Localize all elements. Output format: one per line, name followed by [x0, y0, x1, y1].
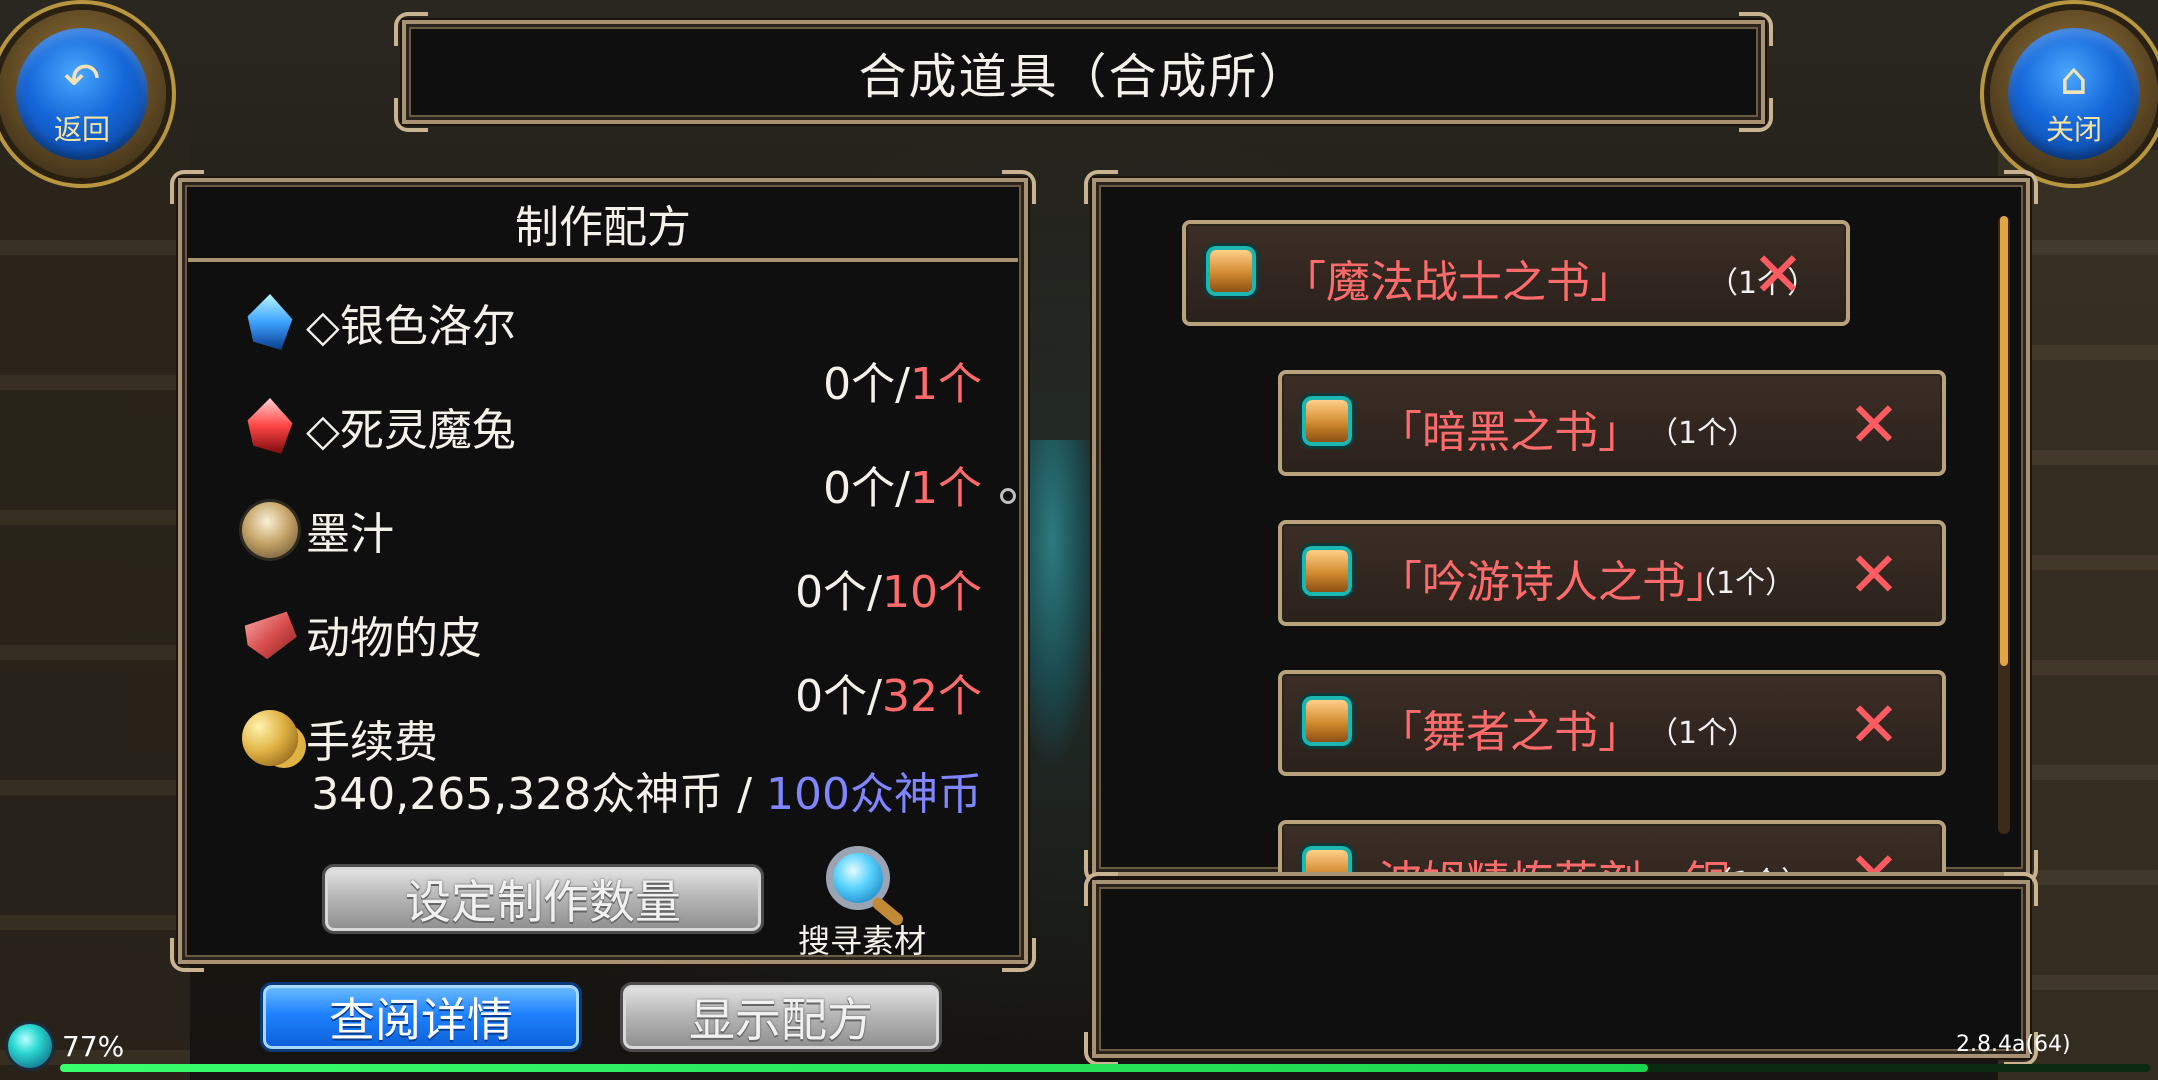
recipe-header: 制作配方	[188, 188, 1018, 262]
material-name: ◇银色洛尔	[306, 301, 516, 352]
close-label: 关闭	[2045, 113, 2102, 146]
progress-bar	[60, 1064, 2150, 1072]
remove-icon[interactable]: ✕	[1848, 838, 1900, 872]
close-button[interactable]: ⌂ 关闭	[1990, 10, 2158, 178]
item-name: 「吟游诗人之书」	[1378, 557, 1730, 608]
search-label: 搜寻素材	[797, 922, 926, 960]
material-name: 墨汁	[306, 509, 394, 560]
frame-corner	[1002, 938, 1036, 972]
book-icon	[1210, 250, 1252, 292]
window-title: 合成道具（合成所）	[858, 49, 1309, 105]
undo-arrow-icon: ↶	[63, 54, 101, 105]
blue-crystal-icon	[247, 294, 293, 350]
list-scrollbar-thumb[interactable]	[2000, 216, 2008, 666]
battery-orb-icon	[8, 1024, 52, 1068]
result-list-viewport[interactable]: 「魔法战士之书」 （1个） ✕ 「暗黑之书」 （1个） ✕ 「吟游诗人之书」 （…	[1096, 182, 2026, 872]
book-icon	[1306, 550, 1348, 592]
list-item[interactable]: 「舞者之书」 （1个） ✕	[1278, 670, 1946, 776]
animal-hide-icon	[244, 611, 297, 660]
background-character	[1020, 440, 1100, 770]
result-list-panel: 「魔法战士之书」 （1个） ✕ 「暗黑之书」 （1个） ✕ 「吟游诗人之书」 （…	[1084, 170, 2038, 884]
item-quantity: （1个）	[1648, 716, 1758, 751]
battery-percent: 77%	[62, 1029, 125, 1063]
frame-corner	[1084, 1032, 1118, 1066]
close-button-face: ⌂ 关闭	[2008, 28, 2140, 160]
background-shelf-left	[0, 120, 190, 1080]
show-recipe-button[interactable]: 显示配方	[620, 982, 942, 1052]
item-quantity: （1个）	[1648, 416, 1758, 451]
material-row: ◇银色洛尔 0个/1个	[242, 290, 982, 410]
remove-icon[interactable]: ✕	[1848, 688, 1900, 761]
remove-icon[interactable]: ✕	[1752, 238, 1804, 311]
ink-bag-icon	[242, 502, 298, 558]
list-item[interactable]: 「暗黑之书」 （1个） ✕	[1278, 370, 1946, 476]
red-crystal-icon	[247, 398, 293, 454]
item-quantity: （1个）	[1686, 566, 1796, 601]
version-label: 2.8.4a(64)	[1956, 1032, 2071, 1057]
frame-corner	[2004, 872, 2038, 906]
item-name: 「暗黑之书」	[1378, 407, 1642, 458]
remove-icon[interactable]: ✕	[1848, 538, 1900, 611]
progress-fill	[60, 1064, 1649, 1072]
back-button[interactable]: ↶ 返回	[0, 10, 166, 178]
list-scrollbar[interactable]	[1998, 216, 2010, 834]
search-materials-button[interactable]: 搜寻素材	[792, 842, 932, 962]
list-item[interactable]: 波姆精炼药剂・铜 （1个） ✕	[1278, 820, 1946, 872]
list-item[interactable]: 「吟游诗人之书」 （1个） ✕	[1278, 520, 1946, 626]
recipe-panel: 制作配方 ◇银色洛尔 0个/1个 ◇死灵魔兔 0个/1个 墨汁 0个/10个 动…	[170, 170, 1036, 972]
frame-corner	[1084, 872, 1118, 906]
view-details-button[interactable]: 查阅详情	[260, 982, 582, 1052]
book-icon	[1306, 700, 1348, 742]
list-item[interactable]: 「魔法战士之书」 （1个） ✕	[1182, 220, 1850, 326]
item-name: 「魔法战士之书」	[1282, 257, 1634, 308]
back-label: 返回	[53, 113, 110, 146]
fee-row: 手续费 340,265,328众神币 / 100众神币	[242, 706, 982, 820]
item-name: 「舞者之书」	[1378, 707, 1642, 758]
set-quantity-button[interactable]: 设定制作数量	[322, 864, 764, 934]
gear-icon	[1000, 488, 1016, 504]
fee-amount: 340,265,328众神币 / 100众神币	[311, 758, 982, 822]
fee-need: 100众神币	[766, 769, 982, 820]
material-row: 墨汁 0个/10个	[242, 498, 982, 618]
material-row: ◇死灵魔兔 0个/1个	[242, 394, 982, 514]
fee-have: 340,265,328众神币 /	[311, 769, 767, 820]
potion-icon	[1306, 850, 1348, 872]
material-name: 动物的皮	[306, 613, 482, 664]
frame-corner	[170, 938, 204, 972]
book-icon	[1306, 400, 1348, 442]
home-icon: ⌂	[2060, 54, 2088, 105]
item-name: 波姆精炼药剂・铜	[1378, 846, 1730, 872]
material-name: ◇死灵魔兔	[306, 405, 516, 456]
remove-icon[interactable]: ✕	[1848, 388, 1900, 461]
back-button-face: ↶ 返回	[16, 28, 148, 160]
material-row: 动物的皮 0个/32个	[242, 602, 982, 722]
coins-icon	[242, 710, 298, 766]
status-area: 77%	[8, 1024, 124, 1068]
title-bar: 合成道具（合成所）	[394, 12, 1773, 132]
item-quantity: （1个）	[1702, 858, 1811, 872]
detail-panel	[1084, 872, 2038, 1066]
